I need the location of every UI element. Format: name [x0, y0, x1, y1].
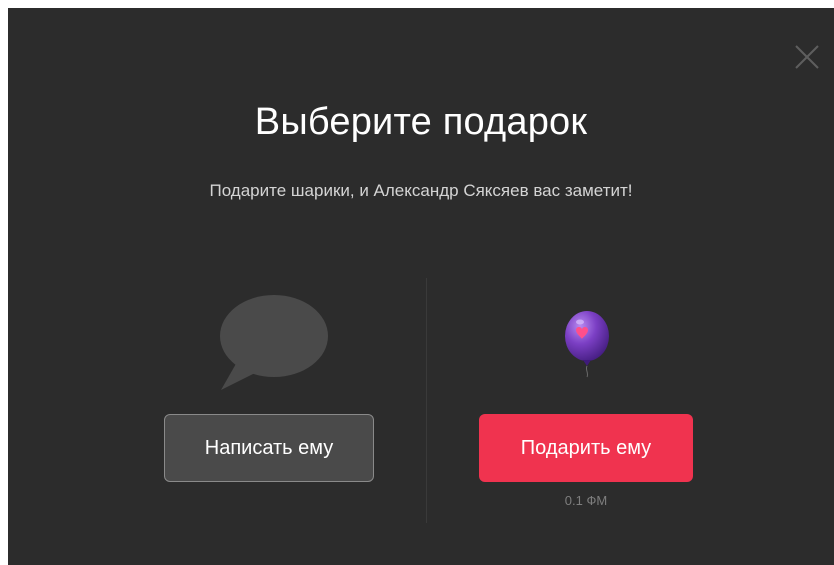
close-icon: [795, 45, 819, 69]
modal-title: Выберите подарок: [254, 101, 588, 143]
write-message-button[interactable]: Написать ему: [164, 414, 374, 482]
balloon-icon: [565, 311, 609, 378]
modal-subtitle: Подарите шарики, и Александр Сяксяев вас…: [209, 181, 633, 200]
give-gift-button[interactable]: Подарить ему: [479, 414, 693, 482]
column-divider: [426, 278, 427, 523]
close-button[interactable]: [794, 44, 820, 70]
chat-bubble-icon: [220, 295, 328, 390]
gift-modal: Выберите подарок Подарите шарики, и Алек…: [8, 8, 834, 565]
gift-price: 0.1 ФМ: [564, 493, 608, 508]
